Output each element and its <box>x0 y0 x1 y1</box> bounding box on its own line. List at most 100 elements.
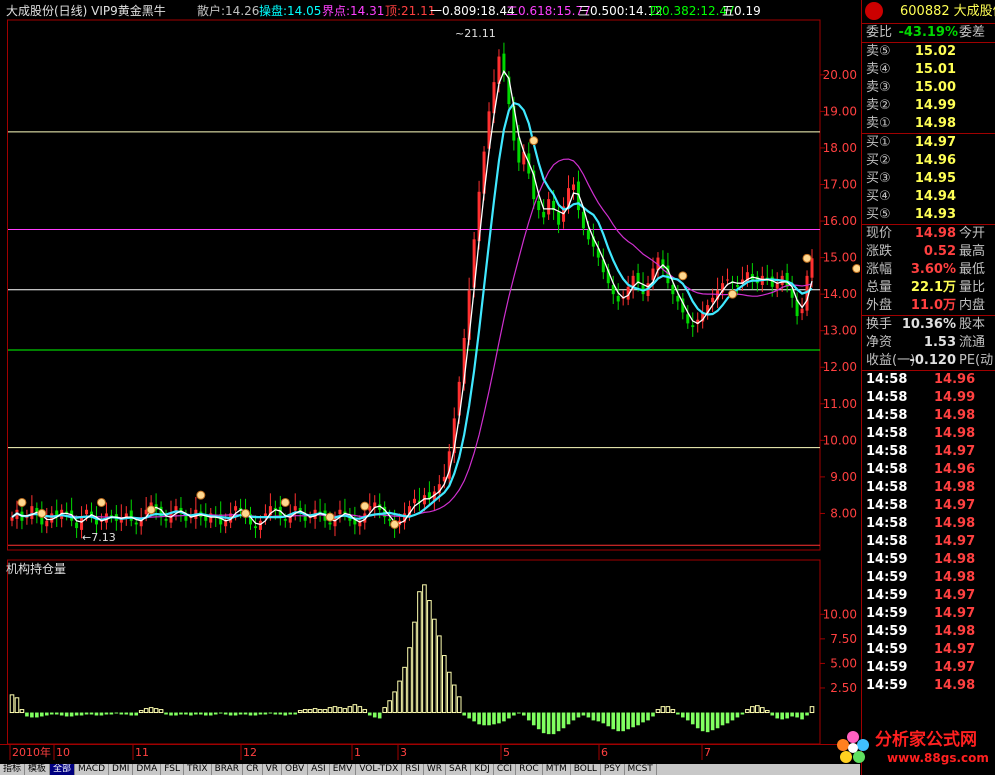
volume-bar-down <box>169 712 173 716</box>
chart-area[interactable]: 20.0019.0018.0017.0016.0015.0014.0013.00… <box>0 0 860 775</box>
indicator-tab[interactable]: MCST <box>625 764 657 775</box>
volume-bar-down <box>507 712 511 719</box>
indicator-tab[interactable]: DMA <box>133 764 162 775</box>
indicator-tab[interactable]: WR <box>424 764 447 775</box>
candle-body <box>412 498 416 504</box>
volume-bar-down <box>795 712 799 718</box>
x-tick-label: 10 <box>56 746 70 759</box>
volume-bar-down <box>199 712 203 715</box>
indicator-tab[interactable]: 模板 <box>25 764 51 775</box>
vol-y-tick-label: 5.00 <box>830 656 857 670</box>
tick-row: 14:59 14.97 <box>866 588 976 603</box>
indicator-tab[interactable]: BRAR <box>212 764 244 775</box>
indicator-tab[interactable]: MACD <box>75 764 110 775</box>
volume-bar-down <box>238 712 243 715</box>
tick-row: 14:58 14.97 <box>866 498 976 513</box>
indicator-tab[interactable]: VR <box>263 764 283 775</box>
indicator-tab[interactable]: EMV <box>330 764 357 775</box>
volume-bar-down <box>134 712 139 716</box>
candle-body <box>517 137 521 163</box>
volume-bar-down <box>690 712 695 725</box>
volume-bar-down <box>556 712 561 732</box>
volume-bar-down <box>596 712 601 722</box>
indicator-tab[interactable]: RSI <box>402 764 424 775</box>
volume-bar-down <box>367 712 372 716</box>
candle-body <box>30 506 34 519</box>
volume-bar-down <box>512 712 516 716</box>
watermark-title: 分析家公式网 <box>875 730 977 750</box>
volume-bar-down <box>278 712 283 715</box>
stock-code-bar[interactable]: 600882大成股份 <box>862 0 995 24</box>
buy-row: 买③ 14.95 <box>866 171 956 186</box>
volume-bar-down <box>531 712 536 726</box>
volume-bar-down <box>84 712 89 715</box>
volume-bar-down <box>785 712 789 719</box>
volume-bar-down <box>606 712 611 727</box>
volume-bar-down <box>164 712 168 715</box>
tick-list[interactable]: 14:58 14.96 14:58 14.99 14:58 14.98 14:58 14.98… <box>862 371 995 695</box>
buy-row: 买① 14.97 <box>866 135 956 150</box>
indicator-tab[interactable]: CCI <box>494 764 517 775</box>
candle-body <box>676 295 680 302</box>
candle-body <box>581 211 585 229</box>
indicator-tab[interactable]: DMI <box>109 764 134 775</box>
signal-icon <box>37 508 47 518</box>
y-tick-label: 12.00 <box>823 360 857 374</box>
y-tick-label: 11.00 <box>823 397 857 411</box>
indicator-tab[interactable]: 全部 <box>50 764 76 775</box>
candle-body <box>45 520 49 527</box>
candle-body <box>224 520 228 527</box>
signal-icon <box>17 497 27 507</box>
quote-row: 涨跌 0.52 最高 <box>866 244 986 259</box>
indicator-tab[interactable]: ROC <box>516 764 543 775</box>
indicator-tab[interactable]: BOLL <box>571 764 601 775</box>
indicator-tab[interactable]: FSL <box>161 764 184 775</box>
indicator-tab[interactable]: KDJ <box>471 764 494 775</box>
volume-bar-down <box>546 712 551 735</box>
candle-body <box>671 285 675 295</box>
volume-bar-down <box>591 712 596 721</box>
volume-bar-down <box>54 712 59 715</box>
indicator-tab[interactable]: CR <box>243 764 263 775</box>
indicator-tab[interactable]: SAR <box>446 764 472 775</box>
y-tick-label: 16.00 <box>823 214 857 228</box>
indicator-tab[interactable]: MTM <box>543 764 571 775</box>
volume-bar-down <box>223 712 228 715</box>
indicator-tab[interactable]: PSY <box>601 764 625 775</box>
volume-bar-down <box>94 712 99 716</box>
volume-bar-down <box>79 712 84 716</box>
volume-bar-down <box>651 712 655 717</box>
indicator-tab[interactable]: ASI <box>308 764 330 775</box>
x-tick-label: 5 <box>503 746 510 759</box>
header-indicator: 散户:14.26 <box>197 3 259 18</box>
quote-row: 涨幅 3.60% 最低 <box>866 262 986 277</box>
indicator-tab[interactable]: TRIX <box>184 764 212 775</box>
volume-panel-title: 机构持仓量 <box>6 561 66 576</box>
candle-body <box>75 522 79 529</box>
candle-body <box>50 513 54 523</box>
volume-bar-down <box>213 712 218 715</box>
volume-bar-down <box>25 712 29 717</box>
volume-bar-down <box>695 712 700 729</box>
watermark-url: www.88gs.com <box>887 751 989 765</box>
volume-bar-down <box>735 712 740 718</box>
volume-bar-down <box>576 712 581 718</box>
quote-row: 外盘 11.0万 内盘 <box>866 298 986 313</box>
volume-bar-down <box>681 712 685 718</box>
candle-body <box>571 184 575 190</box>
flower-logo-icon <box>837 731 869 763</box>
y-tick-label: 17.00 <box>823 177 857 191</box>
volume-bar-down <box>522 712 526 716</box>
tick-row: 14:58 14.99 <box>866 390 976 405</box>
indicator-tab[interactable]: 指标 <box>0 764 26 775</box>
indicator-tab[interactable]: VOL-TDX <box>356 764 403 775</box>
volume-bar-down <box>64 712 69 717</box>
volume-bar-down <box>730 712 735 721</box>
volume-bar-down <box>174 712 178 716</box>
volume-bar-down <box>685 712 690 721</box>
indicator-tab[interactable]: OBV <box>282 764 309 775</box>
volume-bar-down <box>477 712 481 725</box>
volume-bar-down <box>566 712 571 725</box>
quote-panel: 600882大成股份 委比 -43.19% 委差 卖⑤15.02卖④15.01卖… <box>861 0 995 775</box>
x-tick-label: 7 <box>704 746 711 759</box>
